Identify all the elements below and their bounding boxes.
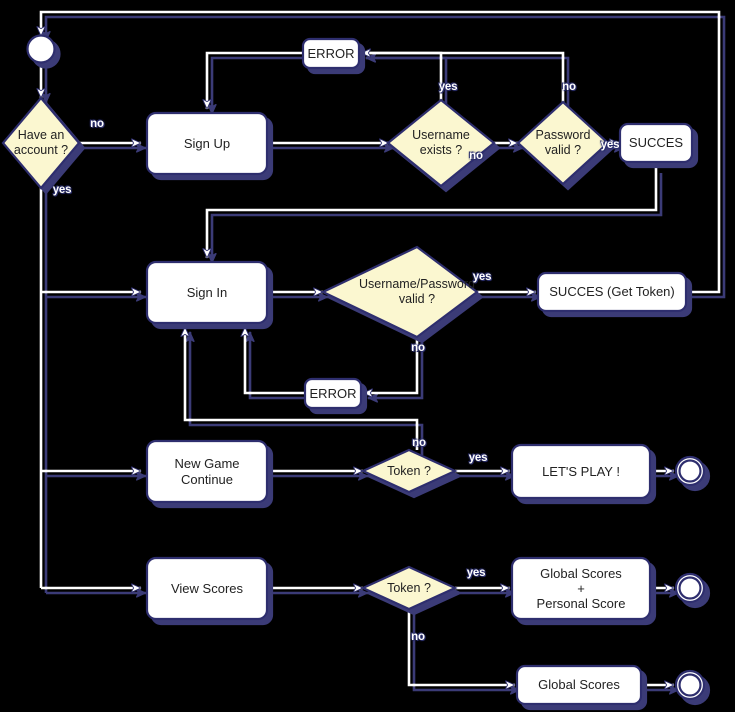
edge-password-valid-no (361, 53, 565, 102)
edge-token-game-no (185, 327, 419, 450)
edge-error-signup-to-sign-up (207, 51, 303, 109)
node-view-scores[interactable] (145, 556, 269, 621)
node-sign-up[interactable] (145, 111, 269, 176)
edge-userpass-valid-no (363, 337, 419, 393)
decision-token-scores[interactable] (360, 565, 458, 611)
decision-password-valid[interactable] (516, 100, 610, 186)
flowchart-canvas: Have an account ? Sign Up Username exist… (0, 0, 735, 712)
node-global-personal-scores[interactable] (510, 556, 652, 621)
node-new-game-continue[interactable] (145, 439, 269, 504)
end-node-scores-anon-inner (678, 673, 702, 697)
edge-error-signin-to-sign-in (245, 327, 305, 395)
edge-succes-signup-to-sign-in (207, 168, 658, 258)
flowchart-svg (1, 10, 721, 706)
decision-userpass-valid[interactable] (320, 245, 479, 339)
node-succes-signup[interactable] (618, 122, 694, 164)
end-node-play-inner (678, 459, 702, 483)
node-succes-get-token[interactable] (536, 271, 688, 313)
node-error-signup[interactable] (301, 37, 361, 70)
edge-username-exists-yes (361, 53, 443, 100)
node-global-scores[interactable] (515, 664, 643, 706)
start-node (26, 34, 56, 64)
node-sign-in[interactable] (145, 260, 269, 325)
end-node-scores-auth-inner (678, 576, 702, 600)
shape-layer (1, 34, 706, 706)
decision-username-exists[interactable] (386, 98, 496, 188)
decision-token-game[interactable] (360, 448, 458, 494)
node-error-signin[interactable] (303, 377, 363, 410)
node-lets-play[interactable] (510, 443, 652, 500)
edge-token-scores-no (407, 607, 515, 685)
decision-have-account[interactable] (1, 96, 81, 190)
